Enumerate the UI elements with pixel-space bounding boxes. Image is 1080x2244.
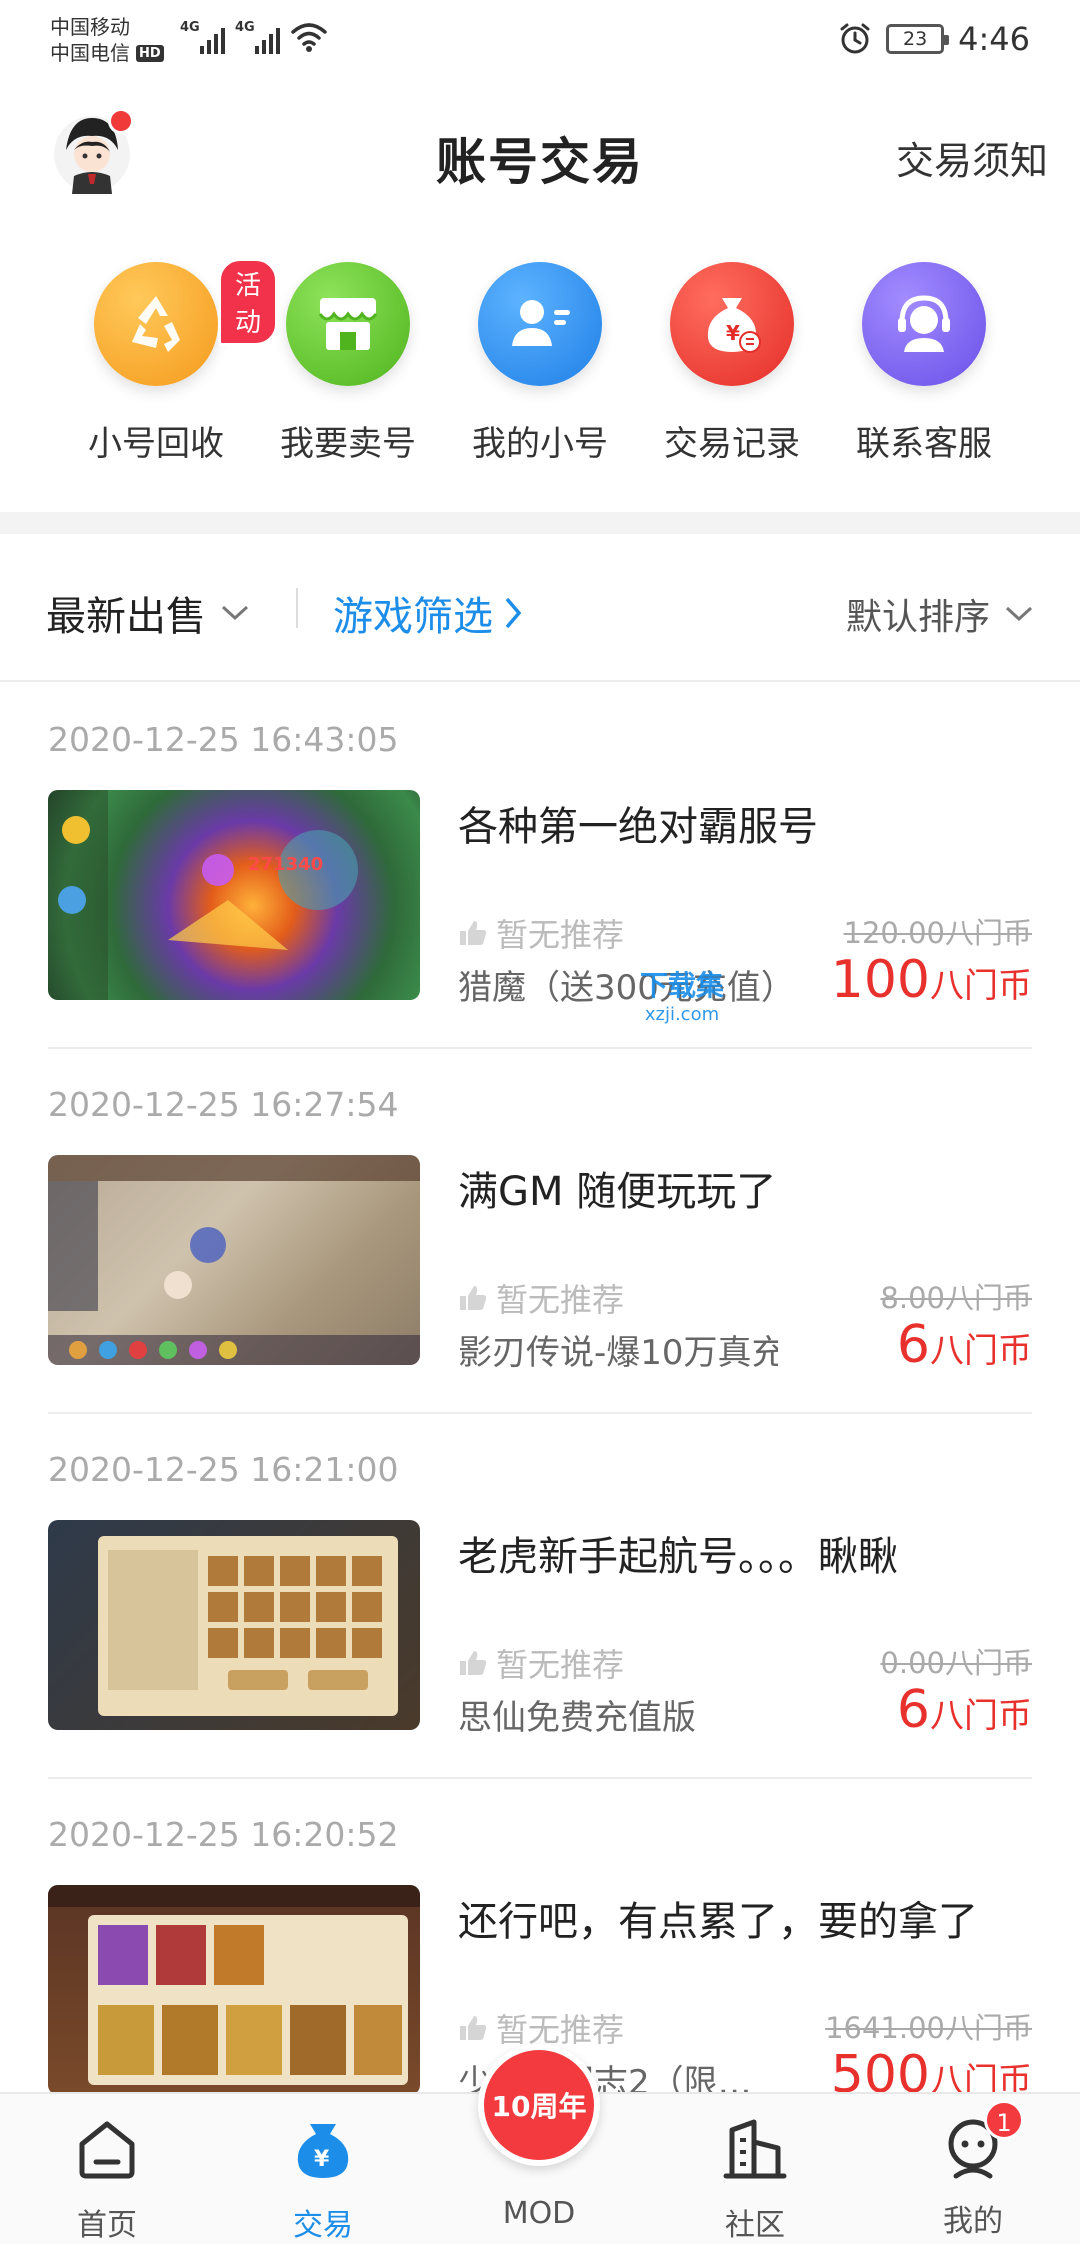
home-icon [79,2121,135,2179]
listing-item[interactable]: 2020-12-25 16:43:05 271340 各种第一绝对霸服号 暂无推… [48,684,1032,1049]
section-divider [0,512,1080,534]
recycle-icon [94,262,218,386]
network-type-1: 4G [180,20,200,35]
thumbs-up-icon [460,1651,487,1675]
chevron-right-icon [505,597,522,629]
listing-title: 各种第一绝对霸服号 [458,804,818,850]
quick-action-customer-service[interactable]: 联系客服 [834,262,1014,465]
signal-icon: 4G [180,20,225,54]
listing-game: 影刃传说-爆10万真充 [458,1333,778,1373]
listing-original-price: 8.00八门币 [880,1281,1032,1315]
quick-actions: 活动 小号回收 我要卖号 我的小号 ¥ 交易记录 联系客服 [0,258,1080,482]
svg-text:271340: 271340 [248,854,323,875]
nav-trade[interactable]: ¥ 交易 [248,2114,398,2244]
listing-time: 2020-12-25 16:27:54 [48,1085,399,1124]
quick-action-label: 交易记录 [664,424,800,464]
listing-game: 思仙免费充值版 [458,1698,696,1738]
listing-title: 满GM 随便玩玩了 [458,1169,777,1215]
notification-badge: 1 [984,2100,1024,2140]
listing-thumbnail [48,1155,420,1365]
network-type-2: 4G [235,20,255,35]
quick-action-recycle[interactable]: 活动 小号回收 [66,258,279,465]
status-bar: 中国移动 中国电信 HD 4G 4G 23 4:46 [0,0,1080,86]
quick-action-label: 我要卖号 [280,424,416,464]
listing-original-price: 1641.00八门币 [825,2011,1032,2045]
nav-home[interactable]: 首页 [32,2114,182,2244]
listing-list: 2020-12-25 16:43:05 271340 各种第一绝对霸服号 暂无推… [0,684,1080,2144]
quick-action-sell[interactable]: 我要卖号 [258,262,438,465]
chevron-down-icon [221,605,249,621]
quick-action-label: 小号回收 [88,424,224,464]
headset-icon [862,262,986,386]
money-bag-icon: ¥ [670,262,794,386]
building-icon [723,2119,787,2179]
carrier-2: 中国电信 [50,41,130,65]
nav-label: 社区 [725,2208,785,2243]
listing-thumbnail [48,1885,420,2095]
listing-price: 6八门币 [896,1680,1032,1740]
carrier-1: 中国移动 [50,15,130,39]
battery-icon: 23 [886,24,950,54]
game-filter-label: 游戏筛选 [333,594,493,640]
listing-item[interactable]: 2020-12-25 16:27:54 满GM 随便玩玩了 暂无推荐 影刃传说-… [48,1049,1032,1414]
quick-action-my-accounts[interactable]: 我的小号 [450,262,630,465]
quick-action-label: 我的小号 [472,424,608,464]
listing-time: 2020-12-25 16:21:00 [48,1450,399,1489]
clock: 4:46 [958,20,1030,58]
alarm-icon [840,23,870,54]
listing-price: 100八门币 [830,950,1032,1010]
nav-label: 首页 [77,2208,137,2243]
thumbs-up-icon [460,1286,487,1310]
listing-recommend: 暂无推荐 [458,1275,624,1321]
shop-icon [286,262,410,386]
nav-label: MOD [502,2196,576,2231]
listing-original-price: 0.00八门币 [880,1646,1032,1680]
quick-action-trade-records[interactable]: ¥ 交易记录 [642,262,822,465]
app-header: 账号交易 交易须知 [0,100,1080,210]
latest-sale-label: 最新出售 [46,594,206,640]
listing-title: 还行吧，有点累了，要的拿了 [458,1899,978,1945]
listing-title: 老虎新手起航号。。。瞅瞅 [458,1534,898,1580]
sort-label: 默认排序 [845,597,990,638]
game-filter-button[interactable]: 游戏筛选 [333,584,523,642]
hd-badge: HD [136,44,164,62]
carrier-info: 中国移动 中国电信 HD [50,14,164,66]
listing-thumbnail: 271340 [48,790,420,1000]
nav-mod[interactable]: 10周年 MOD [464,2044,614,2231]
signal-icon: 4G [235,20,280,54]
listing-price: 6八门币 [896,1315,1032,1375]
listing-game: 猎魔（送300元充值） [458,968,778,1008]
listing-item[interactable]: 2020-12-25 16:21:00 老虎新手起航号。。。瞅瞅 暂无推荐 思仙… [48,1414,1032,1779]
wifi-icon [291,23,327,52]
user-card-icon [478,262,602,386]
trade-notice-link[interactable]: 交易须知 [896,130,1048,185]
quick-action-label: 联系客服 [856,424,992,464]
nav-community[interactable]: 社区 [680,2114,830,2244]
bottom-nav: 首页 ¥ 交易 10周年 MOD 社区 1 我的 [0,2044,1080,2244]
site-watermark: 下载集 xzji.com [640,969,725,1025]
filter-separator [296,588,298,628]
filter-bar: 最新出售 游戏筛选 默认排序 [0,534,1080,682]
thumbs-up-icon [460,921,487,945]
signal-indicators: 4G 4G [180,20,328,54]
svg-text:¥: ¥ [314,2147,330,2172]
money-bag-icon: ¥ [297,2124,349,2178]
latest-sale-dropdown[interactable]: 最新出售 [46,584,250,642]
sort-dropdown[interactable]: 默认排序 [846,588,1034,640]
nav-label: 交易 [293,2208,353,2243]
anniversary-icon: 10周年 [478,2044,600,2166]
svg-text:¥: ¥ [726,321,740,345]
listing-recommend: 暂无推荐 [458,910,624,956]
listing-thumbnail [48,1520,420,1730]
listing-time: 2020-12-25 16:20:52 [48,1815,399,1854]
listing-time: 2020-12-25 16:43:05 [48,720,399,759]
listing-original-price: 120.00八门币 [843,916,1032,950]
thumbs-up-icon [460,2016,487,2040]
listing-recommend: 暂无推荐 [458,1640,624,1686]
nav-label: 我的 [943,2204,1003,2239]
nav-mine[interactable]: 1 我的 [898,2100,1048,2240]
chevron-down-icon [1005,606,1033,622]
